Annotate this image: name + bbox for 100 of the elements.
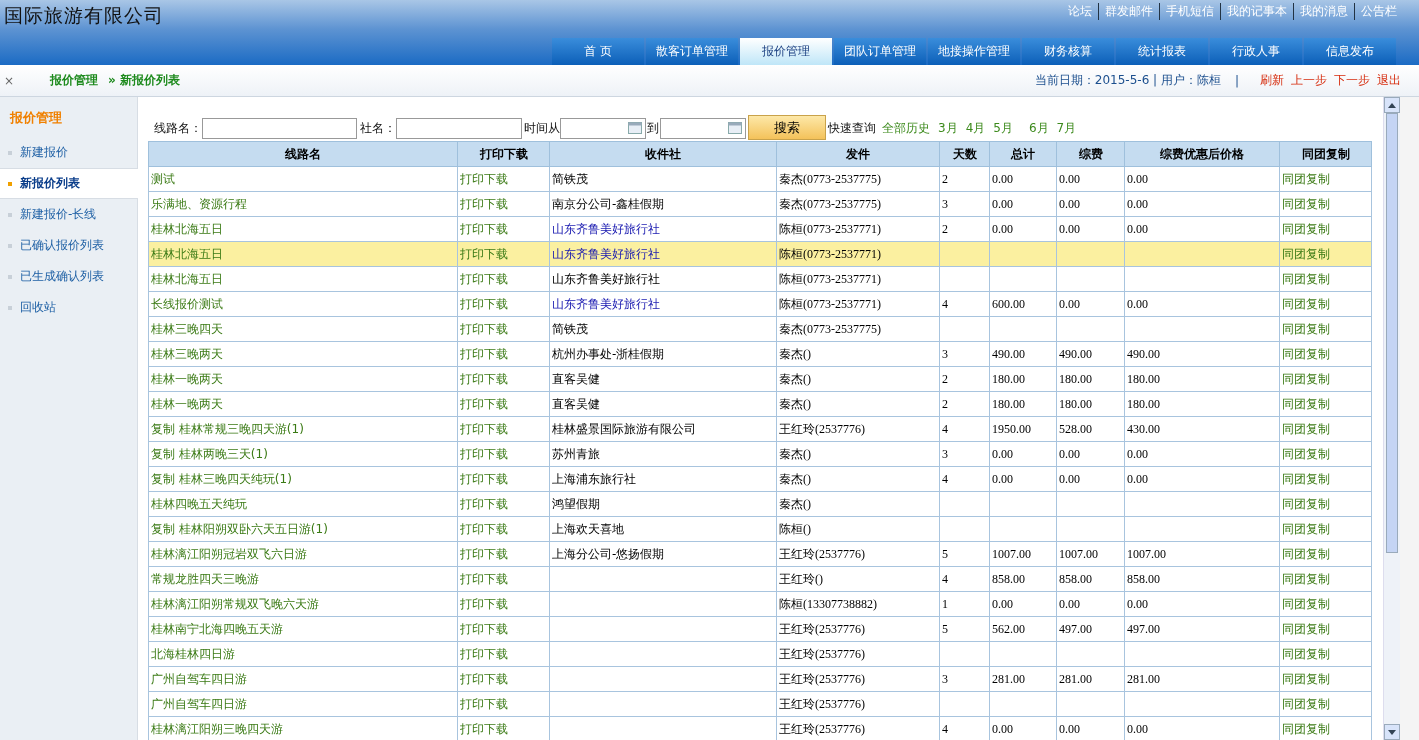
table-cell: 陈桓(0773-2537771)	[779, 221, 881, 236]
table-cell: 0.00	[1059, 171, 1080, 186]
calendar-icon[interactable]	[728, 122, 742, 134]
date-to-field[interactable]	[660, 117, 746, 139]
nav-tab[interactable]: 信息发布	[1304, 38, 1396, 65]
table-cell: 陈桓(0773-2537771)	[779, 296, 881, 311]
table-cell: 0.00	[992, 196, 1013, 211]
bullet-icon	[8, 274, 12, 279]
table-cell: 陈桓()	[779, 521, 811, 536]
nav-tab[interactable]: 报价管理	[740, 38, 832, 65]
table-cell: 0.00	[1059, 596, 1080, 611]
column-header: 综费优惠后价格	[1124, 141, 1280, 167]
sidebar-item[interactable]: 新建报价-长线	[0, 199, 137, 230]
table-cell: 秦杰()	[779, 346, 811, 361]
table-cell: 秦杰(0773-2537775)	[779, 171, 881, 186]
table-cell: 王红玲(2537776)	[779, 646, 865, 661]
table-cell: 5	[942, 621, 948, 636]
close-button[interactable]: ×	[4, 73, 50, 88]
table-cell: 281.00	[1127, 671, 1160, 686]
field-label: 社名：	[360, 119, 396, 137]
action-link[interactable]: 退出	[1377, 72, 1401, 89]
table-cell: 山东齐鲁美好旅行社	[552, 271, 660, 286]
search-button[interactable]: 搜索	[748, 115, 826, 140]
action-link[interactable]: 上一步	[1291, 72, 1327, 89]
quick-query-link[interactable]: 5月	[993, 119, 1013, 137]
table-cell: 王红玲(2537776)	[779, 721, 865, 736]
route-link[interactable]: 桂林北海五日	[151, 246, 223, 261]
table-cell: 直客吴健	[552, 371, 600, 386]
table-cell: 0.00	[1059, 721, 1080, 736]
route-link[interactable]: 乐满地、资源行程	[151, 196, 247, 211]
column-header: 发件	[776, 141, 940, 167]
sidebar-item[interactable]: 已确认报价列表	[0, 230, 137, 261]
table-cell: 2	[942, 371, 948, 386]
table-cell: 497.00	[1127, 621, 1160, 636]
nav-tab[interactable]: 首 页	[552, 38, 644, 65]
sidebar-item[interactable]: 新建报价	[0, 137, 137, 168]
table-cell: 王红玲(2537776)	[779, 696, 865, 711]
sidebar-item[interactable]: 新报价列表	[0, 168, 138, 199]
table-cell: 858.00	[1059, 571, 1092, 586]
column-header: 线路名	[148, 141, 458, 167]
action-link[interactable]: 下一步	[1334, 72, 1370, 89]
sidebar-item[interactable]: 已生成确认列表	[0, 261, 137, 292]
quick-query-link[interactable]: 7月	[1056, 119, 1077, 137]
nav-tab[interactable]: 团队订单管理	[834, 38, 926, 65]
route-link[interactable]: 长线报价测试	[151, 296, 223, 311]
route-link[interactable]: 北海桂林四日游	[151, 646, 235, 661]
table-cell: 上海浦东旅行社	[552, 471, 636, 486]
nav-tab[interactable]: 财务核算	[1022, 38, 1114, 65]
nav-tab[interactable]: 地接操作管理	[928, 38, 1020, 65]
table-cell: 490.00	[1127, 346, 1160, 361]
quick-query-link[interactable]: 6月	[1028, 119, 1049, 137]
route-link[interactable]: 桂林四晚五天纯玩	[151, 496, 247, 511]
scroll-thumb[interactable]	[1386, 113, 1398, 553]
table-cell: 4	[942, 421, 948, 436]
route-link[interactable]: 桂林一晚两天	[151, 396, 223, 411]
table-cell: 简铁茂	[552, 171, 588, 186]
column-header: 同团复制	[1279, 141, 1372, 167]
route-link[interactable]: 桂林三晚两天	[151, 346, 223, 361]
table-cell: 0.00	[1059, 296, 1080, 311]
table-cell: 0.00	[992, 471, 1013, 486]
route-link[interactable]: 桂林北海五日	[151, 271, 223, 286]
table-cell: 4	[942, 721, 948, 736]
table-cell: 490.00	[1059, 346, 1092, 361]
table-cell: 秦杰()	[779, 446, 811, 461]
up-arrow-icon[interactable]	[1388, 102, 1396, 108]
table-cell: 858.00	[1127, 571, 1160, 586]
nav-tab[interactable]: 散客订单管理	[646, 38, 738, 65]
action-link[interactable]: 刷新	[1260, 72, 1284, 89]
calendar-icon[interactable]	[628, 122, 642, 134]
route-link[interactable]: 桂林北海五日	[151, 221, 223, 236]
table-cell: 直客吴健	[552, 396, 600, 411]
bullet-icon	[8, 181, 12, 186]
table-cell: 3	[942, 671, 948, 686]
breadcrumb-section: 报价管理	[50, 72, 98, 89]
table-cell: 王红玲()	[779, 571, 823, 586]
table-cell: 王红玲(2537776)	[779, 546, 865, 561]
route-name-field[interactable]	[202, 117, 357, 139]
nav-tab[interactable]: 行政人事	[1210, 38, 1302, 65]
quick-query-link[interactable]: 3月	[938, 119, 958, 137]
table-cell: 苏州青旅	[552, 446, 600, 461]
company-title: 国际旅游有限公司	[3, 3, 164, 28]
route-link[interactable]: 测试	[151, 171, 175, 186]
route-link[interactable]: 广州自驾车四日游	[151, 696, 247, 711]
route-link[interactable]: 桂林一晚两天	[151, 371, 223, 386]
route-link[interactable]: 桂林三晚四天	[151, 321, 223, 336]
sidebar-item[interactable]: 回收站	[0, 292, 137, 323]
table-cell: 秦杰(0773-2537775)	[779, 321, 881, 336]
date-from-field[interactable]	[560, 117, 646, 139]
table-cell: 秦杰()	[779, 371, 811, 386]
agency-name-field[interactable]	[396, 117, 522, 139]
route-link[interactable]: 广州自驾车四日游	[151, 671, 247, 686]
down-arrow-icon[interactable]	[1388, 729, 1396, 735]
quick-query-link[interactable]: 全部历史	[882, 119, 930, 137]
column-header: 打印下载	[457, 141, 550, 167]
quick-query-link[interactable]: 4月	[965, 119, 986, 137]
scrollbar[interactable]	[1383, 97, 1400, 740]
table-cell: 上海欢天喜地	[552, 521, 624, 536]
nav-tab[interactable]: 统计报表	[1116, 38, 1208, 65]
table-cell: 3	[942, 346, 948, 361]
table-cell: 上海分公司-悠扬假期	[552, 546, 665, 561]
